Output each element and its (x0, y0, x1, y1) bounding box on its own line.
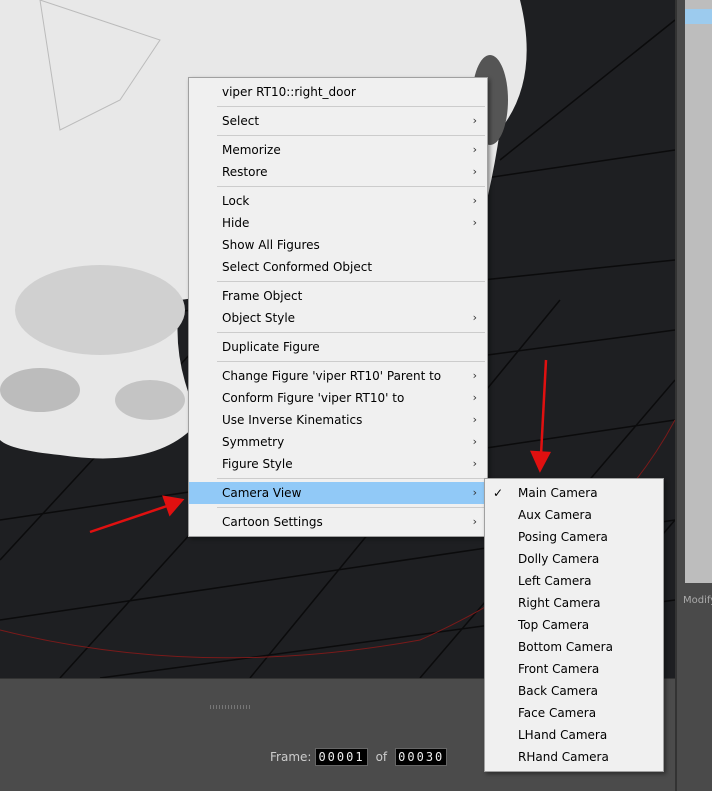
annotation-arrows (89, 359, 552, 534)
red-arrow-main-camera (539, 359, 548, 456)
red-arrow-camera-view (89, 503, 171, 534)
